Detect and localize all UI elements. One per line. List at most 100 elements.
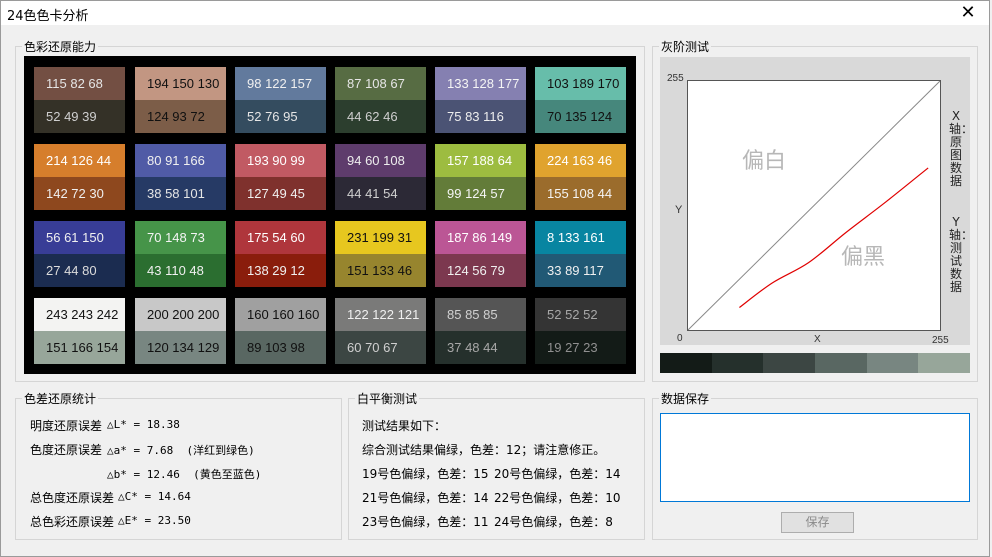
patch-reference-value: 187 86 149 [435, 221, 526, 254]
patch-reference-value: 87 108 67 [335, 67, 426, 100]
patch-measured-value: 127 49 45 [235, 177, 326, 210]
patch-reference-value: 115 82 68 [34, 67, 125, 100]
wb-result-20: 20号色偏绿，色差：14 [494, 467, 621, 481]
stat-c-label: 总色度还原误差 [30, 491, 115, 505]
group-label: 色彩还原能力 [22, 38, 99, 55]
close-icon[interactable]: ✕ [953, 1, 983, 25]
patch-reference-value: 8 133 161 [535, 221, 626, 254]
patch-measured-value: 70 135 124 [535, 100, 626, 133]
color-patch: 80 91 166 38 58 101 [135, 144, 226, 210]
patch-reference-value: 70 148 73 [135, 221, 226, 254]
color-patch: 115 82 68 52 49 39 [34, 67, 125, 133]
stat-e-label: 总色彩还原误差 [30, 515, 115, 529]
gray-strip-swatch [660, 353, 712, 373]
color-patch: 160 160 160 89 103 98 [235, 298, 326, 364]
color-patch: 85 85 85 37 48 44 [435, 298, 526, 364]
patch-measured-value: 142 72 30 [34, 177, 125, 210]
label-black: 偏黑 [841, 245, 886, 270]
patch-reference-value: 231 199 31 [335, 221, 426, 254]
patch-reference-value: 194 150 130 [135, 67, 226, 100]
patch-measured-value: 75 83 116 [435, 100, 526, 133]
color-patch: 87 108 67 44 62 46 [335, 67, 426, 133]
patch-measured-value: 44 62 46 [335, 100, 426, 133]
patch-measured-value: 89 103 98 [235, 331, 326, 364]
patch-measured-value: 37 48 44 [435, 331, 526, 364]
gray-strip-swatch [711, 353, 764, 373]
measured-gray-curve [739, 167, 929, 309]
patch-measured-value: 99 124 57 [435, 177, 526, 210]
gray-strip [660, 353, 971, 373]
origin-label: 0 [677, 333, 683, 344]
patch-measured-value: 33 89 117 [535, 254, 626, 287]
patch-measured-value: 138 29 12 [235, 254, 326, 287]
patch-reference-value: 224 163 46 [535, 144, 626, 177]
color-patch: 200 200 200 120 134 129 [135, 298, 226, 364]
group-label: 数据保存 [659, 390, 712, 407]
patch-measured-value: 43 110 48 [135, 254, 226, 287]
patch-reference-value: 103 189 170 [535, 67, 626, 100]
color-patch: 56 61 150 27 44 80 [34, 221, 125, 287]
patch-measured-value: 44 41 54 [335, 177, 426, 210]
patch-measured-value: 151 133 46 [335, 254, 426, 287]
color-patch: 187 86 149 124 56 79 [435, 221, 526, 287]
patch-measured-value: 38 58 101 [135, 177, 226, 210]
color-patch: 243 243 242 151 166 154 [34, 298, 125, 364]
x-axis-label: X [814, 334, 821, 345]
color-patch: 94 60 108 44 41 54 [335, 144, 426, 210]
color-patch: 70 148 73 43 110 48 [135, 221, 226, 287]
label-white: 偏白 [742, 149, 787, 174]
save-button[interactable]: 保存 [781, 512, 854, 533]
color-patch: 214 126 44 142 72 30 [34, 144, 125, 210]
save-textarea[interactable] [660, 413, 970, 502]
wb-result-19: 19号色偏绿，色差：15 [362, 467, 489, 481]
patch-reference-value: 214 126 44 [34, 144, 125, 177]
color-patch: 175 54 60 138 29 12 [235, 221, 326, 287]
y-axis-label: Y [675, 204, 683, 216]
gray-strip-swatch [815, 353, 867, 373]
color-patch: 224 163 46 155 108 44 [535, 144, 626, 210]
patch-reference-value: 243 243 242 [34, 298, 125, 331]
color-patch: 98 122 157 52 76 95 [235, 67, 326, 133]
wb-result-21: 21号色偏绿，色差：14 [362, 491, 489, 505]
patch-measured-value: 120 134 129 [135, 331, 226, 364]
patch-measured-value: 52 76 95 [235, 100, 326, 133]
patch-measured-value: 155 108 44 [535, 177, 626, 210]
patch-measured-value: 124 56 79 [435, 254, 526, 287]
patch-reference-value: 193 90 99 [235, 144, 326, 177]
patch-reference-value: 98 122 157 [235, 67, 326, 100]
patch-measured-value: 60 70 67 [335, 331, 426, 364]
wb-result-23: 23号色偏绿，色差：11 [362, 515, 489, 529]
stat-a-label: 色度还原误差 [30, 443, 103, 457]
color-patch: 103 189 170 70 135 124 [535, 67, 626, 133]
patch-reference-value: 52 52 52 [535, 298, 626, 331]
patch-measured-value: 52 49 39 [34, 100, 125, 133]
patch-reference-value: 175 54 60 [235, 221, 326, 254]
color-patch: 8 133 161 33 89 117 [535, 221, 626, 287]
color-patch: 231 199 31 151 133 46 [335, 221, 426, 287]
color-patch: 122 122 121 60 70 67 [335, 298, 426, 364]
wb-result-24: 24号色偏绿，色差：8 [494, 515, 613, 529]
patch-reference-value: 133 128 177 [435, 67, 526, 100]
patch-reference-value: 200 200 200 [135, 298, 226, 331]
stat-c-value: △C* = 14.64 [118, 490, 191, 503]
y-axis-description: Y轴：测试数据 [949, 215, 974, 294]
gray-strip-swatch [918, 353, 971, 373]
stat-a-value: △a* = 7.68 (洋红到绿色) [107, 444, 255, 457]
patch-reference-value: 122 122 121 [335, 298, 426, 331]
window-title: 24色色卡分析 [7, 9, 89, 24]
group-label: 白平衡测试 [355, 390, 420, 407]
wb-summary: 综合测试结果偏绿，色差：12；请注意修正。 [362, 443, 606, 457]
patch-reference-value: 160 160 160 [235, 298, 326, 331]
group-label: 色差还原统计 [22, 390, 99, 407]
color-patch: 194 150 130 124 93 72 [135, 67, 226, 133]
patch-measured-value: 19 27 23 [535, 331, 626, 364]
stat-l-label: 明度还原误差 [30, 419, 103, 433]
patch-reference-value: 85 85 85 [435, 298, 526, 331]
y-max-label: 255 [667, 73, 684, 84]
patch-reference-value: 157 188 64 [435, 144, 526, 177]
color-patch: 193 90 99 127 49 45 [235, 144, 326, 210]
color-patch: 157 188 64 99 124 57 [435, 144, 526, 210]
gray-strip-swatch [866, 353, 919, 373]
wb-intro: 测试结果如下： [362, 419, 447, 433]
title-bar: 24色色卡分析 ✕ [0, 0, 990, 25]
